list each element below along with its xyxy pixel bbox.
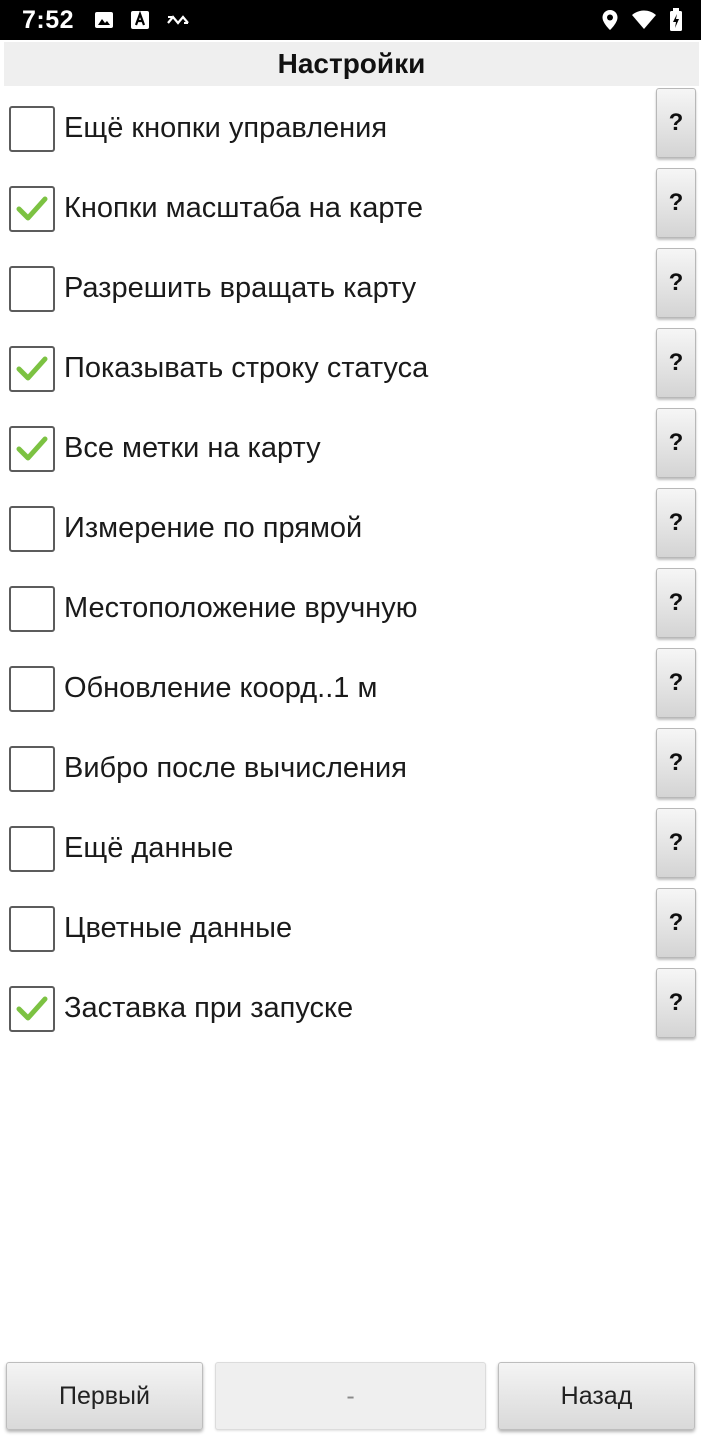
font-icon (130, 10, 150, 30)
setting-row: Показывать строку статуса? (0, 328, 701, 408)
battery-charging-icon (669, 8, 683, 32)
bottom-bar: Первый - Назад (0, 1360, 701, 1432)
setting-label: Ещё данные (64, 832, 234, 864)
setting-label: Все метки на карту (64, 432, 321, 464)
setting-checkbox[interactable] (9, 426, 55, 472)
setting-label: Цветные данные (64, 912, 293, 944)
setting-checkbox[interactable] (9, 506, 55, 552)
setting-label: Обновление коорд..1 м (64, 672, 378, 704)
status-left-icons (94, 10, 190, 30)
help-button[interactable]: ? (656, 808, 696, 878)
setting-label: Показывать строку статуса (64, 352, 429, 384)
setting-label: Ещё кнопки управления (64, 112, 388, 144)
setting-row: Вибро после вычисления? (0, 728, 701, 808)
setting-label: Кнопки масштаба на карте (64, 192, 423, 224)
setting-label: Заставка при запуске (64, 992, 354, 1024)
help-button[interactable]: ? (656, 328, 696, 398)
status-time: 7:52 (22, 5, 75, 34)
help-button[interactable]: ? (656, 648, 696, 718)
middle-button[interactable]: - (215, 1362, 486, 1430)
setting-label: Разрешить вращать карту (64, 272, 417, 304)
page-title: Настройки (277, 48, 426, 79)
back-button[interactable]: Назад (498, 1362, 695, 1430)
image-icon (94, 10, 114, 30)
setting-row: Цветные данные? (0, 888, 701, 968)
setting-row: Разрешить вращать карту? (0, 248, 701, 328)
help-button[interactable]: ? (656, 568, 696, 638)
setting-row: Ещё кнопки управления? (0, 88, 701, 168)
help-button[interactable]: ? (656, 728, 696, 798)
setting-label: Вибро после вычисления (64, 752, 407, 784)
setting-label: Местоположение вручную (64, 592, 418, 624)
setting-row: Заставка при запуске? (0, 968, 701, 1048)
setting-checkbox[interactable] (9, 986, 55, 1032)
help-button[interactable]: ? (656, 488, 696, 558)
setting-checkbox[interactable] (9, 586, 55, 632)
setting-row: Обновление коорд..1 м? (0, 648, 701, 728)
first-button[interactable]: Первый (6, 1362, 203, 1430)
status-right-icons (601, 8, 683, 32)
setting-label: Измерение по прямой (64, 512, 363, 544)
setting-row: Измерение по прямой? (0, 488, 701, 568)
status-bar: 7:52 (0, 0, 701, 40)
help-button[interactable]: ? (656, 968, 696, 1038)
wifi-icon (631, 10, 657, 30)
setting-checkbox[interactable] (9, 826, 55, 872)
help-button[interactable]: ? (656, 168, 696, 238)
help-button[interactable]: ? (656, 88, 696, 158)
setting-checkbox[interactable] (9, 746, 55, 792)
setting-row: Все метки на карту? (0, 408, 701, 488)
setting-checkbox[interactable] (9, 186, 55, 232)
setting-checkbox[interactable] (9, 666, 55, 712)
help-button[interactable]: ? (656, 408, 696, 478)
setting-row: Ещё данные? (0, 808, 701, 888)
setting-checkbox[interactable] (9, 106, 55, 152)
setting-row: Кнопки масштаба на карте? (0, 168, 701, 248)
setting-checkbox[interactable] (9, 906, 55, 952)
checkmark-icon (16, 996, 48, 1021)
help-button[interactable]: ? (656, 248, 696, 318)
sync-icon (166, 12, 190, 28)
setting-checkbox[interactable] (9, 346, 55, 392)
title-bar: Настройки (4, 42, 699, 86)
checkmark-icon (16, 196, 48, 221)
location-icon (601, 9, 619, 31)
checkmark-icon (16, 356, 48, 381)
checkmark-icon (16, 436, 48, 461)
setting-checkbox[interactable] (9, 266, 55, 312)
setting-row: Местоположение вручную? (0, 568, 701, 648)
help-button[interactable]: ? (656, 888, 696, 958)
settings-list: Ещё кнопки управления? Кнопки масштаба на… (0, 88, 701, 1048)
